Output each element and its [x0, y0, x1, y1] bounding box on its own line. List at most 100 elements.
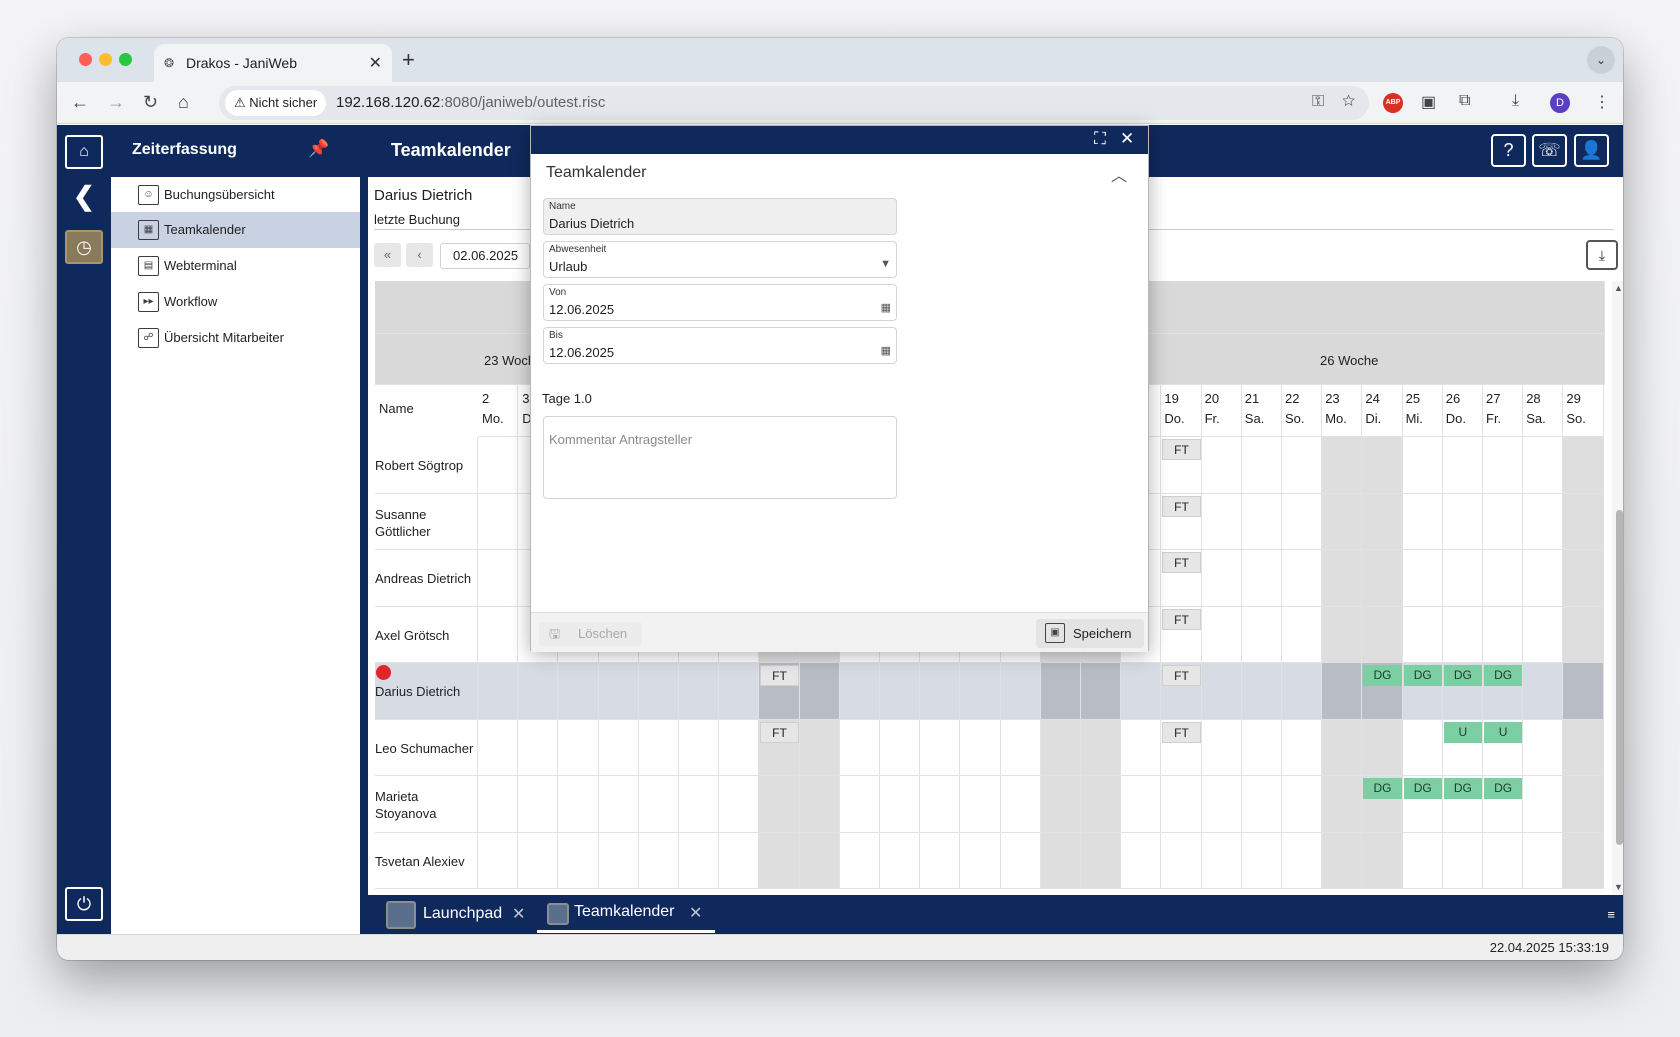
calendar-day-cell[interactable] [719, 719, 760, 776]
calendar-day-cell[interactable] [1241, 719, 1282, 776]
calendar-day-cell[interactable] [478, 719, 519, 776]
close-window-button[interactable] [79, 53, 92, 66]
scroll-down-icon[interactable]: ▼ [1614, 882, 1623, 892]
calendar-day-cell[interactable] [679, 663, 720, 720]
to-date-field[interactable]: Bis 12.06.2025 ▦ [543, 327, 897, 364]
calendar-day-cell[interactable] [1201, 606, 1242, 663]
delete-button[interactable]: 🖫 Löschen [539, 622, 642, 646]
calendar-day-cell[interactable] [1081, 663, 1122, 720]
calendar-day-cell[interactable] [880, 719, 921, 776]
time-tracking-clock-icon[interactable]: ◷ [65, 230, 103, 264]
calendar-day-cell[interactable] [1282, 776, 1323, 833]
calendar-day-cell[interactable] [1241, 776, 1282, 833]
calendar-day-cell[interactable] [1241, 832, 1282, 889]
browser-tab[interactable]: ❂ Drakos - JaniWeb ✕ [154, 44, 392, 82]
calendar-day-cell[interactable] [1563, 606, 1604, 663]
calendar-day-cell[interactable] [478, 493, 519, 550]
calendar-day-cell[interactable] [1442, 832, 1483, 889]
sidebar-item-teamkalender[interactable]: ▦ Teamkalender [111, 212, 360, 248]
calendar-day-cell[interactable] [1161, 832, 1202, 889]
password-key-icon[interactable]: ⚿ [1312, 93, 1324, 110]
chat-support-button[interactable]: ☏ [1532, 134, 1567, 167]
calendar-day-cell[interactable] [598, 719, 639, 776]
calendar-day-cell[interactable] [1322, 832, 1363, 889]
calendar-day-cell[interactable] [1483, 550, 1524, 607]
calendar-day-cell[interactable] [880, 776, 921, 833]
calendar-day-cell[interactable] [1241, 606, 1282, 663]
calendar-day-cell[interactable] [1523, 719, 1564, 776]
calendar-day-cell[interactable] [1282, 832, 1323, 889]
calendar-day-cell[interactable] [598, 832, 639, 889]
calendar-day-cell[interactable] [679, 832, 720, 889]
minimize-window-button[interactable] [99, 53, 112, 66]
calendar-day-cell[interactable] [960, 663, 1001, 720]
calendar-day-cell[interactable] [1483, 437, 1524, 494]
calendar-day-cell[interactable] [558, 776, 599, 833]
calendar-day-cell[interactable] [1322, 776, 1363, 833]
first-page-button[interactable]: « [374, 243, 401, 267]
calendar-day-cell[interactable] [1563, 776, 1604, 833]
calendar-day-cell[interactable] [1362, 719, 1403, 776]
calendar-day-cell[interactable] [558, 663, 599, 720]
security-chip[interactable]: ⚠ Nicht sicher [225, 90, 327, 116]
extension-icon[interactable]: ▣ [1421, 92, 1436, 112]
absence-badge-dg[interactable]: DG [1363, 778, 1402, 799]
calendar-day-cell[interactable] [1201, 437, 1242, 494]
absence-badge-dg[interactable]: DG [1403, 665, 1442, 686]
sidebar-item-buchungsuebersicht[interactable]: ☺ Buchungsübersicht [111, 177, 360, 213]
calendar-day-cell[interactable] [1483, 493, 1524, 550]
calendar-day-cell[interactable] [1523, 550, 1564, 607]
calendar-day-cell[interactable] [638, 663, 679, 720]
tabs-menu-icon[interactable]: ≡ [1607, 907, 1615, 922]
calendar-day-cell[interactable] [1523, 437, 1564, 494]
calendar-day-cell[interactable] [1442, 437, 1483, 494]
calendar-day-cell[interactable] [839, 719, 880, 776]
calendar-day-cell[interactable] [1121, 663, 1162, 720]
address-bar[interactable]: ⚠ Nicht sicher 192.168.120.62:8080/janiw… [219, 86, 1369, 120]
power-logout-button[interactable]: ⏻ [65, 887, 103, 921]
calendar-day-cell[interactable] [1362, 550, 1403, 607]
calendar-day-cell[interactable] [719, 776, 760, 833]
absence-badge-ft[interactable]: FT [1162, 439, 1201, 460]
save-button[interactable]: ▣ Speichern [1036, 619, 1144, 648]
calendar-day-cell[interactable] [920, 663, 961, 720]
calendar-day-cell[interactable] [799, 776, 840, 833]
calendar-day-cell[interactable] [1121, 719, 1162, 776]
tab-search-icon[interactable]: ⌄ [1587, 46, 1615, 74]
calendar-day-cell[interactable] [1483, 832, 1524, 889]
calendar-day-cell[interactable] [1040, 832, 1081, 889]
help-button[interactable]: ? [1491, 134, 1526, 167]
download-icon[interactable]: ⤓ [1512, 92, 1519, 110]
calendar-day-cell[interactable] [1523, 606, 1564, 663]
sidebar-item-uebersicht-mitarbeiter[interactable]: ☍ Übersicht Mitarbeiter [111, 320, 360, 356]
calendar-day-cell[interactable] [478, 663, 519, 720]
previous-page-button[interactable]: ‹ [406, 243, 433, 267]
calendar-day-cell[interactable] [1362, 437, 1403, 494]
absence-badge-ft[interactable]: FT [760, 665, 799, 686]
calendar-day-cell[interactable] [759, 832, 800, 889]
close-tab-icon[interactable]: ✕ [369, 53, 382, 73]
calendar-day-cell[interactable] [799, 832, 840, 889]
calendar-day-cell[interactable] [1523, 776, 1564, 833]
calendar-day-cell[interactable] [1322, 437, 1363, 494]
calendar-day-cell[interactable] [518, 663, 559, 720]
calendar-day-cell[interactable] [1402, 437, 1443, 494]
calendar-day-cell[interactable] [1322, 719, 1363, 776]
maximize-icon[interactable]: ⛶ [1094, 129, 1106, 149]
calendar-day-cell[interactable] [679, 776, 720, 833]
employee-row-name[interactable]: Tsvetan Alexiev [375, 853, 478, 870]
calendar-day-cell[interactable] [1402, 719, 1443, 776]
calendar-day-cell[interactable] [478, 550, 519, 607]
calendar-day-cell[interactable] [839, 776, 880, 833]
calendar-day-cell[interactable] [1282, 719, 1323, 776]
calendar-day-cell[interactable] [1362, 832, 1403, 889]
user-account-button[interactable]: 👤 [1574, 134, 1609, 167]
calendar-day-cell[interactable] [478, 606, 519, 663]
absence-badge-ft[interactable]: FT [1162, 665, 1201, 686]
calendar-day-cell[interactable] [1282, 606, 1323, 663]
calendar-day-cell[interactable] [1402, 606, 1443, 663]
collapse-back-icon[interactable]: ❮ [73, 181, 95, 212]
export-download-button[interactable]: ⤓ [1586, 240, 1618, 270]
calendar-day-cell[interactable] [1201, 493, 1242, 550]
calendar-day-cell[interactable] [1402, 493, 1443, 550]
